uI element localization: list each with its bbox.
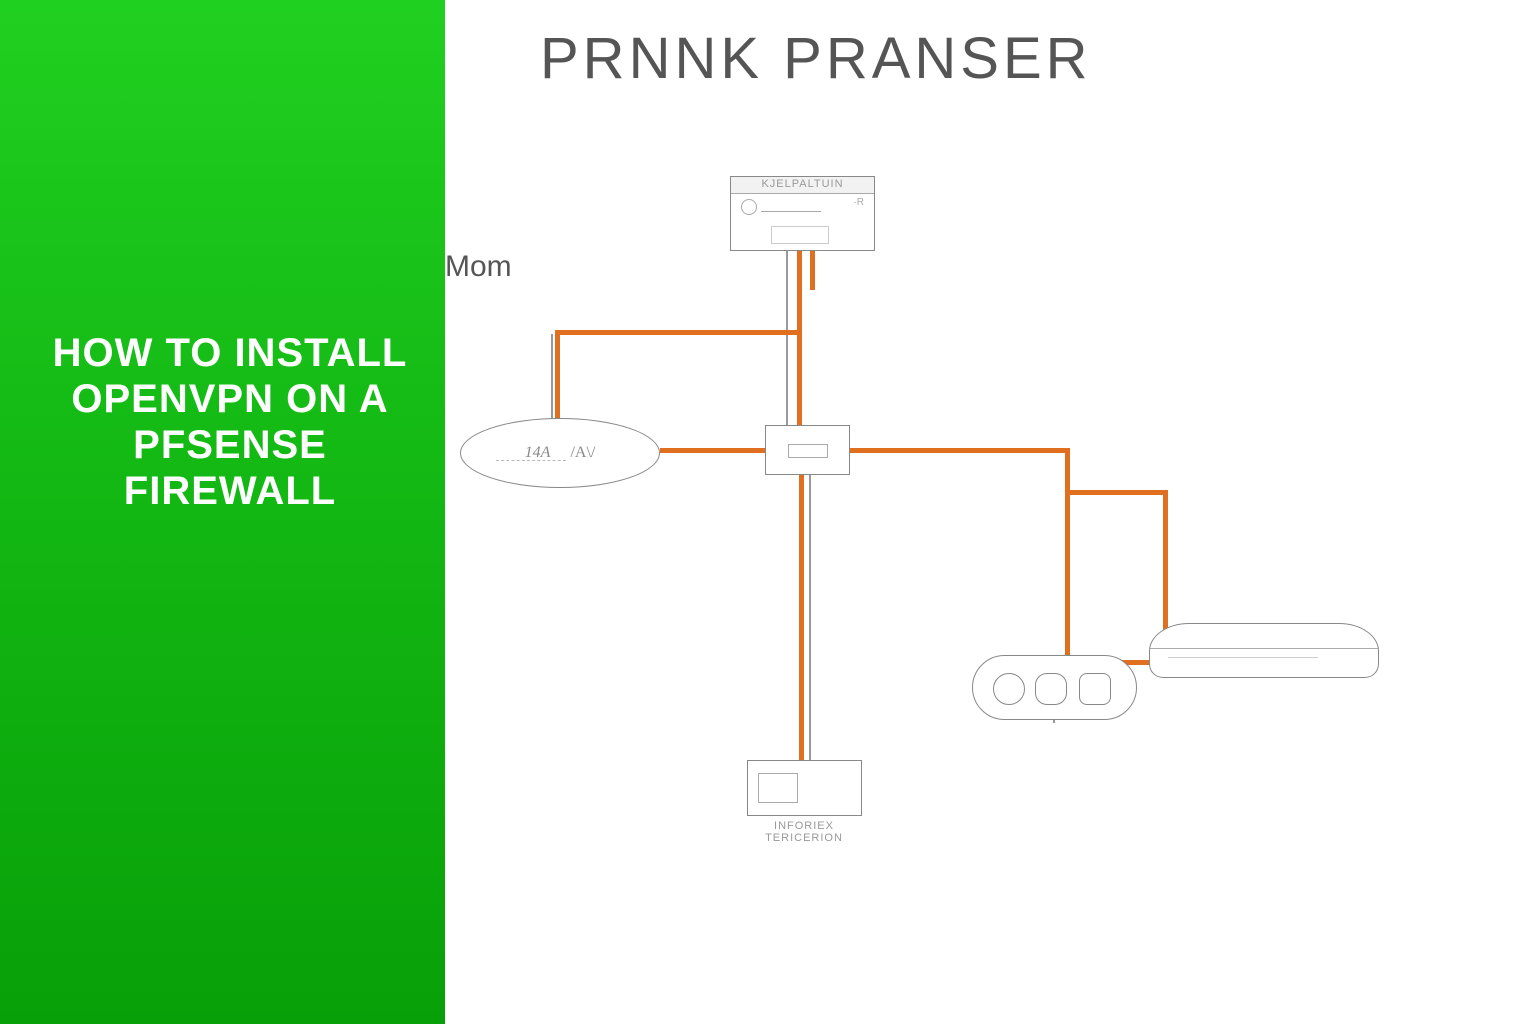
node-long-device [1149, 623, 1379, 678]
node-top-device: KJELPALTUIN ·R [730, 176, 875, 251]
top-device-port-icon [741, 199, 757, 215]
top-device-slot-icon [771, 226, 829, 244]
node-bottom-device-panel-icon [758, 773, 798, 803]
wire-center-to-right [848, 448, 1068, 453]
node-bottom-device [747, 760, 862, 816]
diagram-small-label: Mom [445, 250, 512, 284]
wire-right-down [1065, 448, 1070, 663]
wire-left-vertical [555, 330, 560, 420]
wire-top-short [810, 250, 815, 290]
long-device-slot-icon [1168, 657, 1318, 658]
long-device-seam-icon [1150, 648, 1378, 649]
wire-oval-to-center [660, 448, 770, 453]
top-device-label-icon: ·R [853, 197, 864, 208]
diagram-title: PRNNK PRANSER [540, 25, 1092, 92]
node-center-switch-slot-icon [788, 444, 828, 458]
rounded-device-icon-1 [993, 673, 1025, 705]
wire-top-to-center-parallel [786, 250, 788, 430]
node-rounded-device [972, 655, 1137, 720]
top-device-line-icon [761, 201, 821, 212]
side-title: HOW TO INSTALL OPENVPN ON A PFSENSE FIRE… [30, 330, 430, 514]
wire-center-down-thin [809, 475, 811, 805]
node-top-device-header: KJELPALTUIN [731, 177, 874, 194]
wire-center-down [799, 475, 804, 765]
wire-top-to-center [797, 250, 802, 430]
oval-label-right: /A\/ [570, 444, 595, 462]
oval-scribble-icon [496, 460, 566, 475]
page-canvas: HOW TO INSTALL OPENVPN ON A PFSENSE FIRE… [0, 0, 1536, 1024]
node-center-switch [765, 425, 850, 475]
node-oval-cloud: 14A /A\/ [460, 418, 660, 488]
wire-left-horizontal [555, 330, 800, 335]
side-panel: HOW TO INSTALL OPENVPN ON A PFSENSE FIRE… [0, 0, 445, 1024]
rounded-device-icon-3 [1079, 673, 1111, 705]
node-bottom-caption: INFORIEX TERICERION [734, 820, 874, 844]
wire-right-upper-h [1068, 490, 1166, 495]
rounded-device-icon-2 [1035, 673, 1067, 705]
